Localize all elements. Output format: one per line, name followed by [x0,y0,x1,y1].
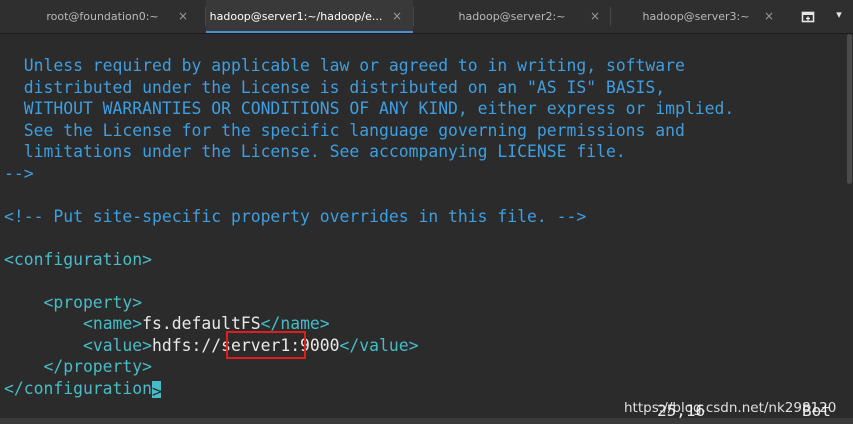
close-icon[interactable]: × [590,9,600,23]
new-tab-button[interactable] [795,0,821,33]
license-line: WITHOUT WARRANTIES OR CONDITIONS OF ANY … [4,99,735,118]
tab-label: hadoop@server2:~ [458,10,566,23]
terminal-body[interactable]: Unless required by applicable law or agr… [0,34,853,424]
chevron-down-icon: ▾ [836,8,842,21]
value-line: <value>hdfs://server1:9000</value> [4,335,419,357]
tab-menu-button[interactable]: ▾ [826,0,852,33]
terminal-window: root@foundation0:~ × hadoop@server1:~/ha… [0,0,853,424]
scrollbar[interactable] [845,34,853,424]
tab-hadoop-server3[interactable]: hadoop@server3:~ × [611,0,781,33]
text-cursor: > [152,380,162,401]
new-tab-icon [801,11,815,23]
close-icon[interactable]: × [178,9,188,23]
value-open-tag: <value> [82,335,153,355]
configuration-close-line: </configuration> [4,378,162,401]
property-open-tag: <property> [4,292,143,312]
configuration-close-tag: </configuration [4,378,153,398]
tab-label: root@foundation0:~ [46,10,159,23]
tab-root-foundation0[interactable]: root@foundation0:~ × [0,0,205,33]
name-open-tag: <name> [82,314,143,333]
comment-close: --> [4,163,34,183]
scrollbar-thumb[interactable] [847,34,852,184]
tab-hadoop-server2[interactable]: hadoop@server2:~ × [414,0,610,33]
watermark: https://blog.csdn.net/nk298120 [624,400,837,416]
value-close-tag: </value> [339,335,419,355]
value-prefix: hdfs:// [152,335,222,355]
property-close-tag: </property> [4,357,153,376]
license-line: See the License for the specific languag… [4,120,685,140]
tab-bar: root@foundation0:~ × hadoop@server1:~/ha… [0,0,853,34]
close-icon[interactable]: × [764,9,774,23]
configuration-open-tag: <configuration> [4,249,153,269]
highlight-annotation [226,331,306,359]
close-icon[interactable]: × [392,9,402,23]
tab-hadoop-server1[interactable]: hadoop@server1:~/hadoop/e... × [206,0,413,33]
bottom-strip [0,418,853,424]
license-line: limitations under the License. See accom… [4,142,626,161]
license-line: distributed under the License is distrib… [4,77,666,97]
site-specific-comment: <!-- Put site-specific property override… [4,206,587,226]
license-line: Unless required by applicable law or agr… [4,56,685,75]
tab-label: hadoop@server1:~/hadoop/e... [209,10,383,23]
tab-label: hadoop@server3:~ [642,10,750,23]
cursor-char: > [152,381,162,401]
